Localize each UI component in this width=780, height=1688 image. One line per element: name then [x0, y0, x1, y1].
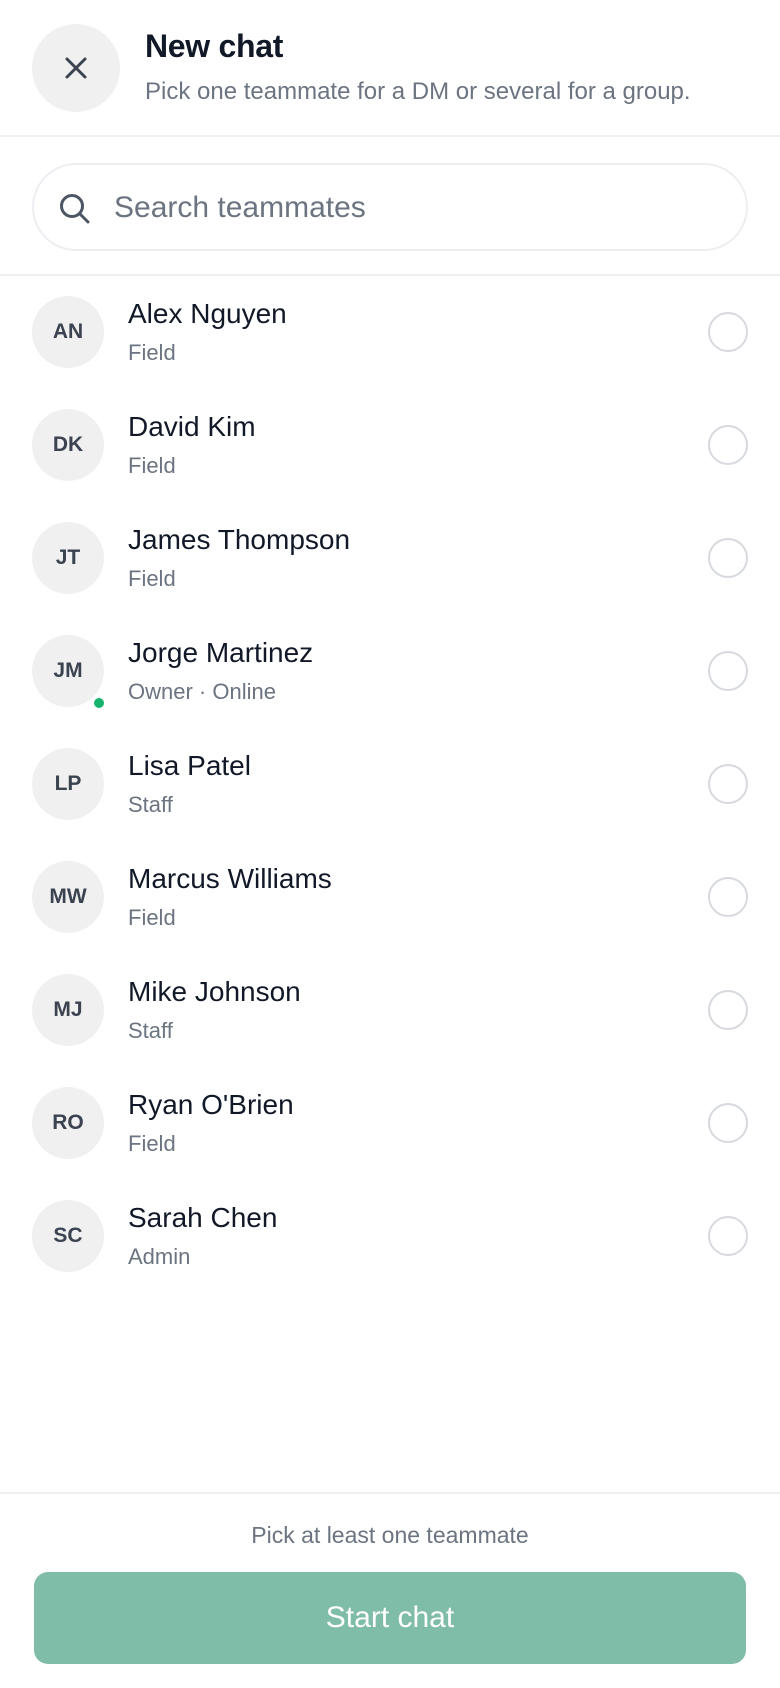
teammate-name: Marcus Williams: [128, 863, 332, 894]
list-item-mike-johnson[interactable]: MJ Mike Johnson Staff: [0, 954, 780, 1067]
list-item-jorge-martinez[interactable]: JM Jorge Martinez Owner · Online: [0, 615, 780, 728]
avatar: MJ: [32, 974, 104, 1046]
select-radio[interactable]: [708, 764, 748, 804]
teammate-role: Field: [128, 566, 176, 591]
select-radio[interactable]: [708, 1103, 748, 1143]
list-item-james-thompson[interactable]: JT James Thompson Field: [0, 502, 780, 615]
search-input[interactable]: [114, 179, 714, 237]
select-radio[interactable]: [708, 425, 748, 465]
list-item-ryan-obrien[interactable]: RO Ryan O'Brien Field: [0, 1067, 780, 1180]
teammate-name: Lisa Patel: [128, 750, 251, 781]
page-subtitle: Pick one teammate for a DM or several fo…: [145, 78, 691, 105]
avatar: SC: [32, 1200, 104, 1272]
online-status-dot: [92, 696, 106, 710]
teammate-name: Jorge Martinez: [128, 637, 314, 668]
avatar: MW: [32, 861, 104, 933]
close-button[interactable]: [32, 24, 120, 112]
teammate-role: Staff: [128, 792, 173, 817]
teammate-role: Field: [128, 340, 176, 365]
list-item-alex-nguyen[interactable]: AN Alex Nguyen Field: [0, 276, 780, 389]
avatar: JT: [32, 522, 104, 594]
start-chat-button[interactable]: Start chat: [34, 1572, 746, 1664]
avatar: LP: [32, 748, 104, 820]
teammate-role: Field: [128, 905, 176, 930]
search-section: [0, 139, 780, 276]
avatar: RO: [32, 1087, 104, 1159]
list-item-david-kim[interactable]: DK David Kim Field: [0, 389, 780, 502]
avatar: JM: [32, 635, 104, 707]
teammate-name: Alex Nguyen: [128, 298, 287, 329]
page-title: New chat: [145, 28, 284, 64]
select-radio[interactable]: [708, 651, 748, 691]
teammate-role: Field: [128, 1131, 176, 1156]
select-radio[interactable]: [708, 990, 748, 1030]
select-radio[interactable]: [708, 1216, 748, 1256]
teammate-name: Sarah Chen: [128, 1202, 278, 1233]
list-item-marcus-williams[interactable]: MW Marcus Williams Field: [0, 841, 780, 954]
footer: Pick at least one teammate Start chat: [0, 1492, 780, 1688]
avatar: AN: [32, 296, 104, 368]
list-item-sarah-chen[interactable]: SC Sarah Chen Admin: [0, 1180, 780, 1293]
header: New chat Pick one teammate for a DM or s…: [0, 0, 780, 137]
teammate-role: Owner · Online: [128, 679, 276, 704]
selection-hint: Pick at least one teammate: [251, 1522, 529, 1548]
close-icon: [65, 57, 87, 79]
teammate-role: Field: [128, 453, 176, 478]
select-radio[interactable]: [708, 877, 748, 917]
select-radio[interactable]: [708, 538, 748, 578]
teammate-name: Ryan O'Brien: [128, 1089, 294, 1120]
teammate-role: Admin: [128, 1244, 191, 1269]
search-box[interactable]: [32, 163, 748, 251]
teammate-name: Mike Johnson: [128, 976, 301, 1007]
search-icon: [60, 194, 90, 224]
teammate-name: James Thompson: [128, 524, 351, 555]
avatar: DK: [32, 409, 104, 481]
teammate-name: David Kim: [128, 411, 256, 442]
teammate-role: Staff: [128, 1018, 173, 1043]
list-item-lisa-patel[interactable]: LP Lisa Patel Staff: [0, 728, 780, 841]
select-radio[interactable]: [708, 312, 748, 352]
